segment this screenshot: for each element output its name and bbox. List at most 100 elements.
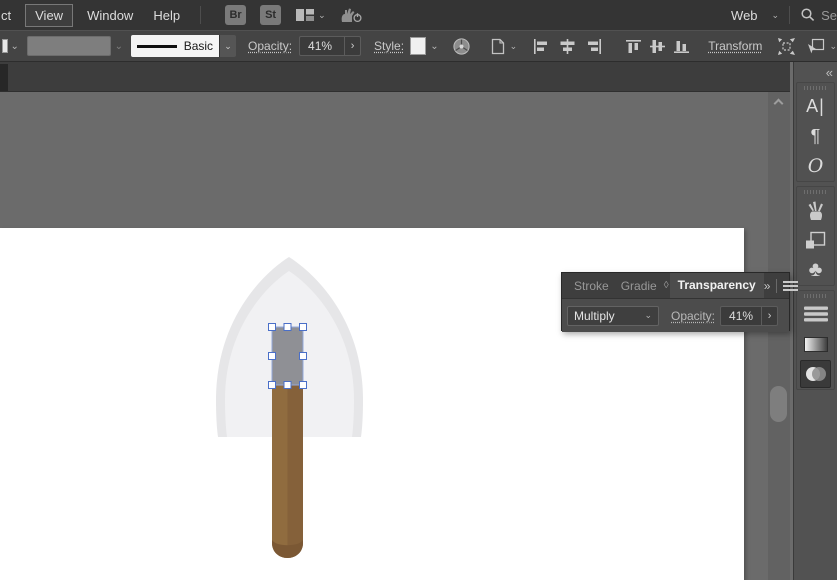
chevron-down-icon: ⌄ — [644, 310, 652, 320]
scrollbar-thumb[interactable] — [770, 386, 787, 422]
brush-stroke-preview — [137, 44, 177, 48]
chevron-right-icon[interactable]: › — [344, 37, 360, 55]
gradient-panel-button[interactable] — [797, 329, 834, 359]
opacity-value[interactable]: 41% — [300, 39, 344, 53]
menu-item-window[interactable]: Window — [77, 4, 143, 27]
tab-gradient[interactable]: Gradie — [615, 279, 663, 293]
expand-panels-button[interactable]: « — [826, 65, 833, 80]
paragraph-panel-button[interactable]: ¶ — [797, 121, 834, 151]
panel-body: Multiply ⌄ Opacity: 41% › — [562, 299, 789, 332]
chevron-down-icon[interactable]: ⌄ — [11, 41, 19, 52]
brush-definition-dropdown[interactable]: Basic ⌄ — [131, 35, 237, 57]
opentype-panel-icon: O — [807, 155, 824, 177]
align-left-icon[interactable] — [533, 38, 550, 54]
collapse-panel-button[interactable]: » — [764, 279, 771, 293]
panel-menu-icon[interactable] — [783, 279, 799, 293]
stock-button[interactable]: St — [260, 5, 282, 25]
menu-item-object[interactable]: ct — [0, 4, 21, 27]
selected-ferrule — [272, 327, 303, 385]
chevron-down-icon: ⌄ — [829, 40, 837, 51]
chevron-down-icon: ⌄ — [771, 9, 780, 20]
align-vcenter-icon[interactable] — [650, 39, 666, 54]
shovel-artwork[interactable] — [195, 250, 385, 570]
character-panel-button[interactable]: A| — [797, 91, 834, 121]
pathfinder-panel-icon — [804, 230, 827, 251]
align-right-icon[interactable] — [585, 38, 602, 54]
menubar-separator — [789, 6, 791, 24]
isolate-selected-object-icon — [777, 37, 796, 55]
select-similar-objects-button[interactable]: ⌄ — [806, 38, 837, 55]
stroke-panel-icon — [803, 306, 828, 322]
search-placeholder: Se — [821, 7, 837, 23]
chevron-down-icon: ⌄ — [318, 9, 326, 20]
tab-notch — [0, 64, 8, 91]
menu-bar: ct View Window Help Br St ⌄ Web ⌄ Se — [0, 0, 837, 30]
pathfinder-panel-button[interactable] — [797, 225, 834, 255]
tab-divider-icon: ◊ — [663, 280, 669, 291]
bridge-button[interactable]: Br — [225, 5, 247, 25]
search-icon — [800, 7, 816, 23]
fill-color-swatch[interactable] — [2, 39, 8, 53]
symbols-panel-icon: ♣ — [808, 258, 823, 281]
dock-group-appearance — [796, 290, 835, 390]
dock-group-objects: ♣ — [796, 186, 835, 286]
recolor-artwork-icon — [453, 37, 470, 55]
blend-mode-dropdown[interactable]: Multiply ⌄ — [567, 305, 659, 326]
chevron-down-icon: ⌄ — [509, 40, 518, 51]
symbols-panel-button[interactable]: ♣ — [797, 255, 834, 285]
select-similar-objects-icon — [806, 38, 825, 55]
paragraph-panel-icon: ¶ — [810, 125, 821, 146]
isolate-selected-object-button[interactable] — [777, 37, 796, 55]
panel-divider — [776, 278, 778, 293]
chevron-down-icon: ⌄ — [219, 35, 237, 57]
menu-item-view[interactable]: View — [25, 3, 74, 27]
character-panel-icon: A| — [806, 95, 825, 116]
align-top-icon[interactable] — [626, 39, 642, 54]
search-field[interactable]: Se — [800, 7, 837, 23]
brush-definition-label: Basic — [183, 39, 214, 53]
stroke-panel-button[interactable] — [797, 299, 834, 329]
panel-opacity-label[interactable]: Opacity: — [671, 309, 715, 323]
scroll-up-arrow-icon[interactable] — [773, 98, 784, 109]
chevron-down-icon[interactable]: ⌄ — [115, 41, 123, 52]
chevron-down-icon[interactable]: ⌄ — [430, 41, 438, 52]
document-setup-button[interactable]: ⌄ — [490, 38, 518, 55]
style-label[interactable]: Style: — [374, 39, 404, 53]
control-bar: ⌄ ⌄ Basic ⌄ Opacity: 41% › Style: ⌄ ⌄ Tr… — [0, 30, 837, 62]
tab-stroke[interactable]: Stroke — [568, 279, 615, 293]
vertical-scrollbar[interactable] — [768, 92, 790, 580]
opentype-panel-button[interactable]: O — [797, 151, 834, 181]
menu-item-help[interactable]: Help — [143, 4, 190, 27]
transparency-panel: Stroke Gradie ◊ Transparency » Multiply … — [561, 272, 799, 332]
dock-group-type: A| ¶ O — [796, 82, 835, 182]
transparency-panel-icon — [804, 365, 828, 383]
brushes-panel-icon — [805, 199, 827, 221]
tab-transparency[interactable]: Transparency — [669, 273, 764, 298]
touch-workspace-button[interactable] — [338, 7, 362, 24]
transform-link[interactable]: Transform — [708, 39, 762, 53]
panel-tab-bar: Stroke Gradie ◊ Transparency » — [562, 273, 799, 299]
document-setup-icon — [490, 38, 506, 55]
align-group — [533, 38, 690, 54]
transparency-panel-button[interactable] — [800, 360, 831, 388]
align-center-icon[interactable] — [559, 38, 576, 54]
opacity-stepper[interactable]: 41% › — [299, 36, 362, 56]
arrange-documents-button[interactable]: ⌄ — [296, 8, 326, 22]
recolor-artwork-button[interactable] — [453, 37, 470, 55]
brushes-panel-button[interactable] — [797, 195, 834, 225]
blend-mode-value: Multiply — [574, 308, 615, 323]
opacity-label[interactable]: Opacity: — [248, 39, 292, 53]
align-bottom-icon[interactable] — [674, 39, 690, 54]
panel-opacity-value[interactable]: 41% — [721, 309, 761, 323]
document-tab-strip — [0, 62, 790, 92]
shovel-handle — [272, 380, 303, 558]
arrange-documents-icon — [296, 8, 315, 22]
chevron-right-icon[interactable]: › — [761, 306, 777, 325]
gradient-panel-icon — [803, 336, 828, 352]
graphic-style-swatch[interactable] — [410, 37, 427, 55]
workspace-switcher[interactable]: Web — [721, 4, 768, 27]
panel-dock: « A| ¶ O ♣ — [793, 62, 837, 580]
panel-opacity-stepper[interactable]: 41% › — [720, 305, 779, 326]
stroke-profile-swatch[interactable] — [26, 36, 111, 56]
menubar-separator — [200, 6, 202, 24]
